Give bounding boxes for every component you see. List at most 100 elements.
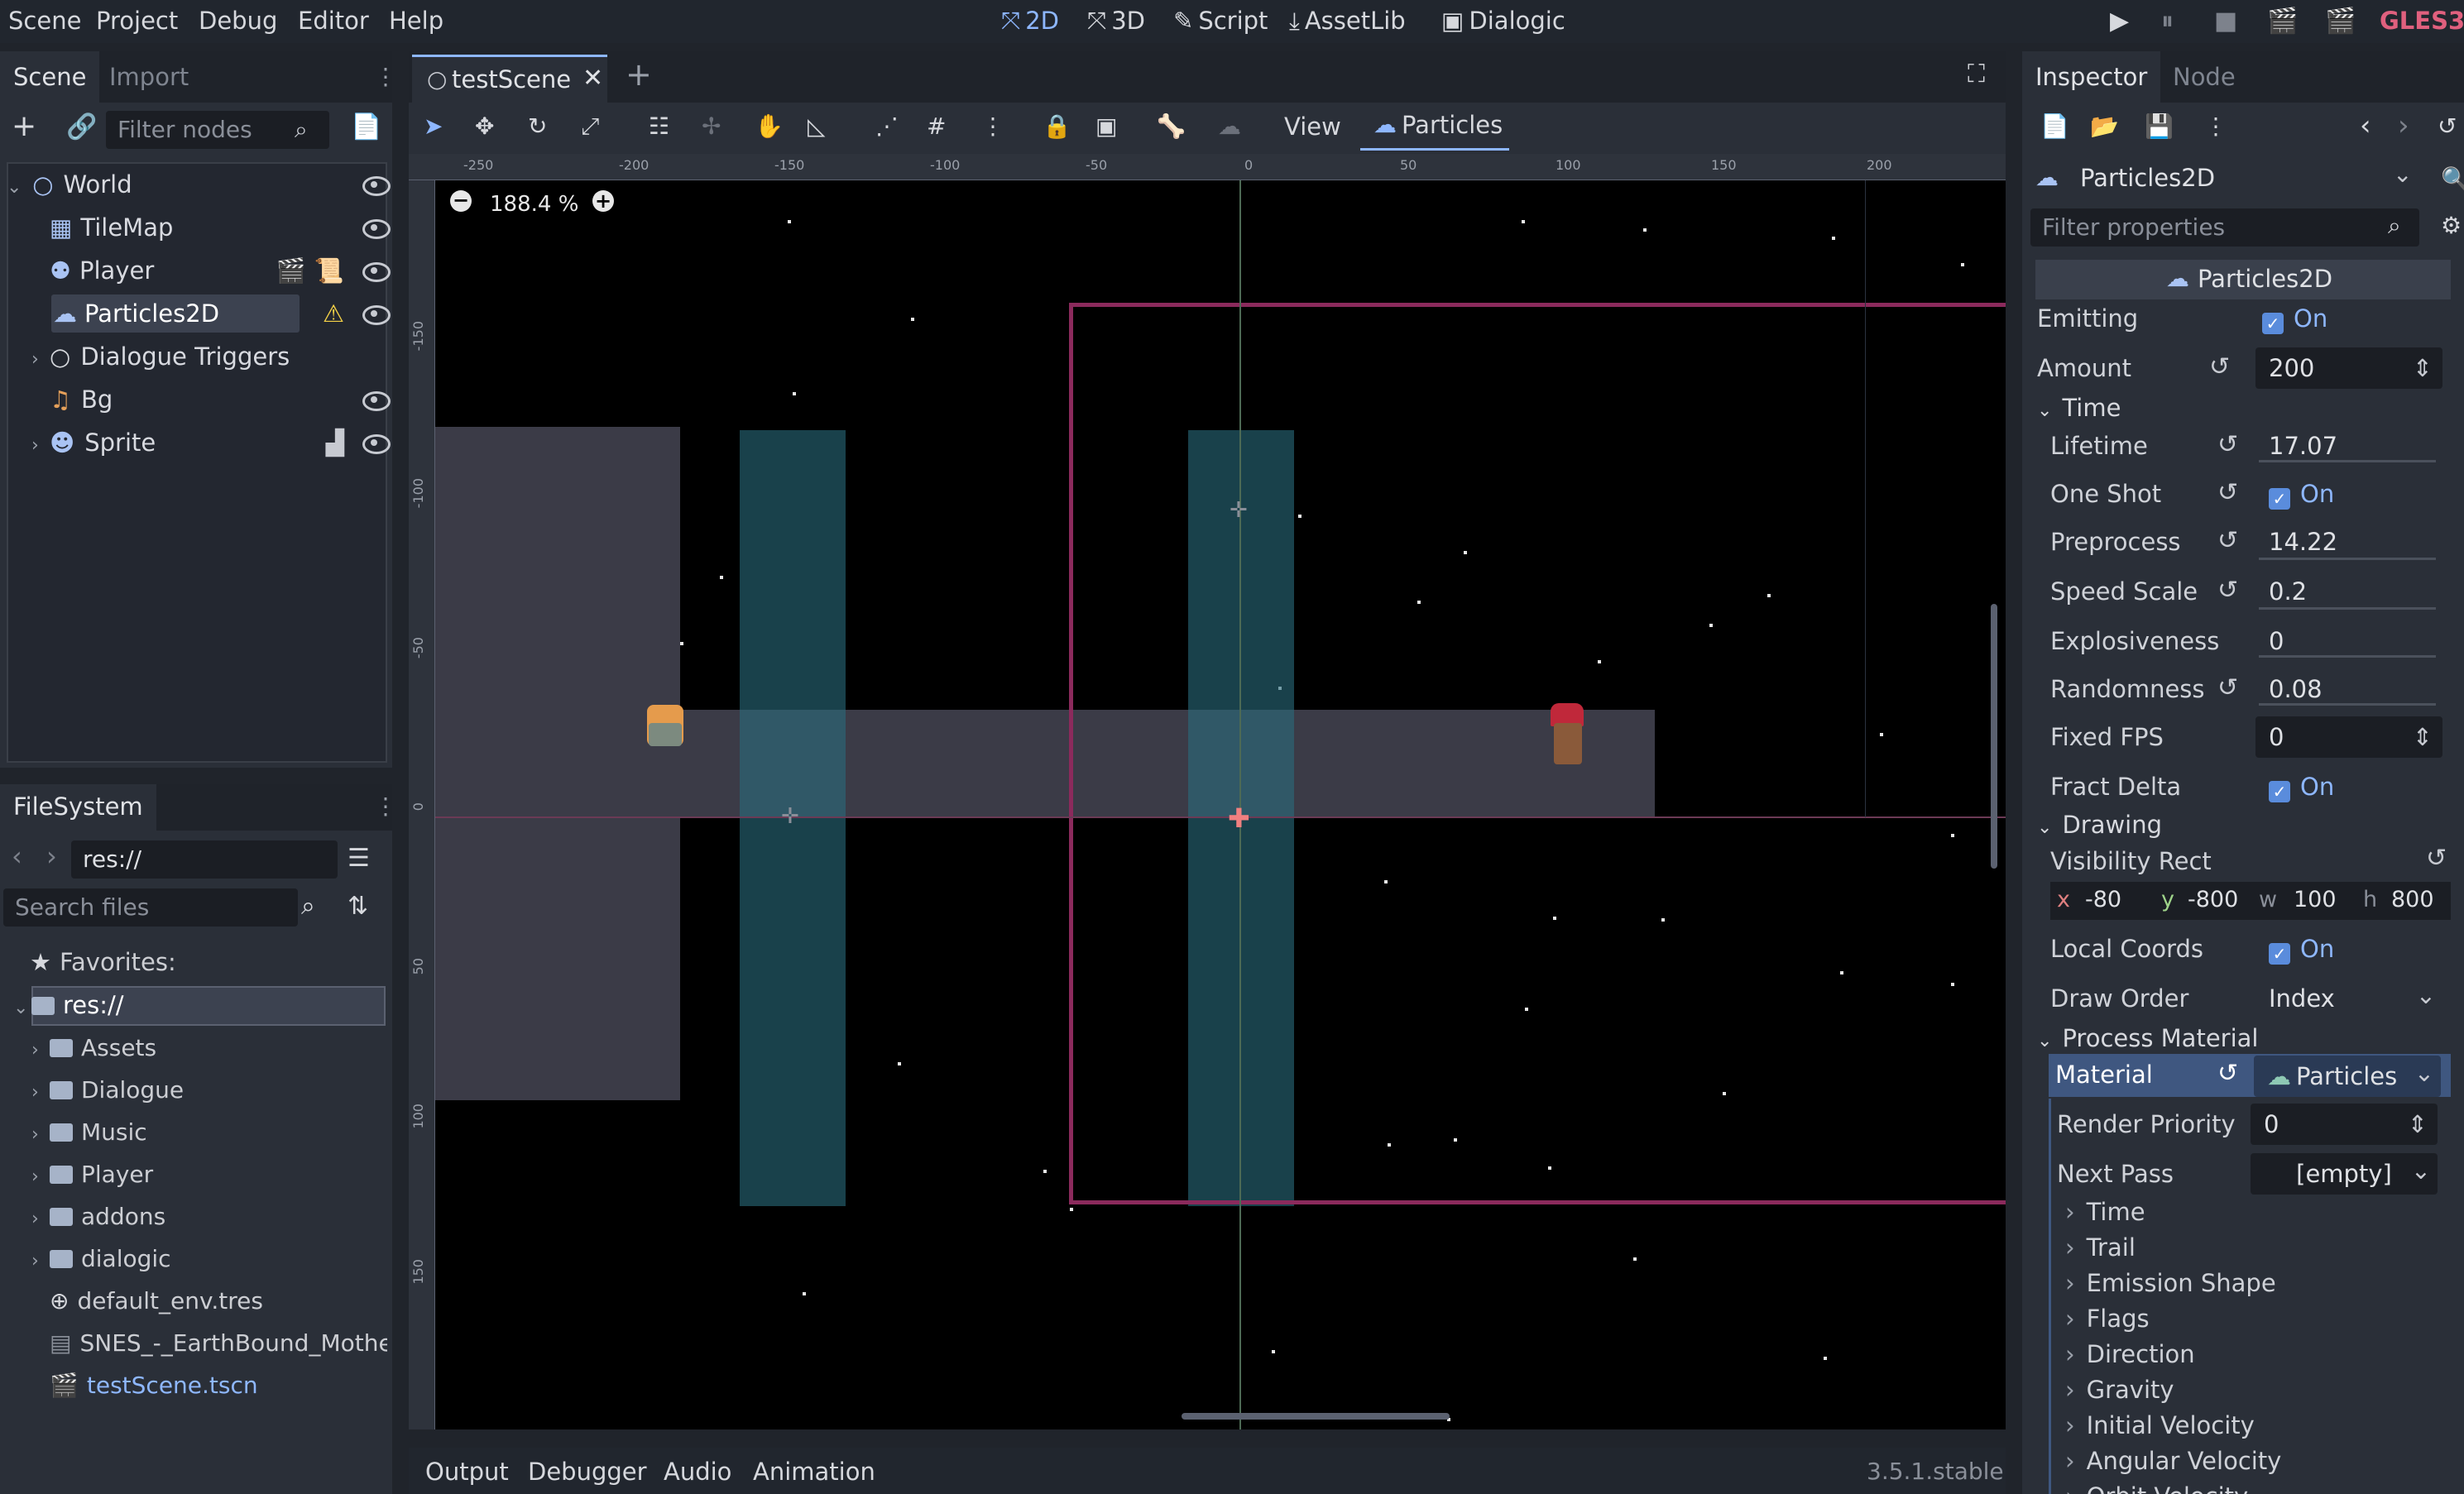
tree-item-dialogue-triggers[interactable]: › ○ Dialogue Triggers bbox=[7, 336, 387, 377]
subsection-trail[interactable]: › Trail bbox=[2065, 1233, 2136, 1262]
amount-spinbox[interactable]: 200 ⇕ bbox=[2255, 347, 2442, 389]
lock-icon[interactable]: 🔒 bbox=[1043, 113, 1071, 140]
root-folder[interactable]: ⌄ res:// bbox=[13, 991, 124, 1019]
section-time[interactable]: ⌄ Time bbox=[2037, 394, 2121, 422]
subsection-emission-shape[interactable]: › Emission Shape bbox=[2065, 1269, 2276, 1297]
visibility-eye-icon[interactable] bbox=[362, 218, 391, 239]
history-forward-icon[interactable]: › bbox=[2398, 109, 2409, 142]
menu-help[interactable]: Help bbox=[389, 7, 443, 35]
pause-icon[interactable]: ⏸ bbox=[2161, 7, 2174, 36]
script-attached-icon[interactable]: 📜 bbox=[314, 250, 344, 291]
group-selected-icon[interactable]: ▟ bbox=[326, 422, 344, 463]
scale-tool-icon[interactable]: ⤢ bbox=[581, 113, 599, 141]
list-select-icon[interactable]: ☷ bbox=[649, 113, 669, 140]
visibility-eye-icon[interactable] bbox=[362, 304, 391, 325]
tab-inspector[interactable]: Inspector bbox=[2022, 51, 2161, 103]
revert-icon[interactable]: ↺ bbox=[2217, 526, 2238, 555]
load-resource-icon[interactable]: 📂 bbox=[2090, 113, 2119, 140]
dock-menu-icon[interactable]: ⋮ bbox=[374, 63, 397, 90]
stop-icon[interactable]: ■ bbox=[2214, 7, 2237, 36]
tab-scene[interactable]: Scene bbox=[0, 51, 100, 103]
path-field[interactable]: res:// bbox=[71, 840, 338, 879]
render-priority-spinbox[interactable]: 0 ⇕ bbox=[2251, 1104, 2438, 1145]
folder-addons[interactable]: › addons bbox=[31, 1203, 165, 1230]
close-icon[interactable]: ✕ bbox=[582, 64, 603, 93]
sort-icon[interactable]: ⇅ bbox=[348, 892, 368, 921]
draw-order-dropdown[interactable]: Index ⌄ bbox=[2255, 978, 2442, 1019]
file-default-env[interactable]: ⊕ default_env.tres bbox=[50, 1287, 263, 1314]
visibility-eye-icon[interactable] bbox=[362, 261, 391, 282]
history-icon[interactable]: ↺ bbox=[2438, 113, 2457, 140]
position-marker-icon[interactable]: ✛ bbox=[1230, 498, 1248, 523]
workspace-3d[interactable]: ⤧ 3D bbox=[1087, 7, 1145, 36]
tab-audio[interactable]: Audio bbox=[664, 1458, 731, 1486]
open-scene-icon[interactable]: 🎬 bbox=[276, 250, 306, 291]
renderer-label[interactable]: GLES3 bbox=[2380, 7, 2464, 35]
bones-icon[interactable]: 🦴 bbox=[1157, 113, 1186, 140]
workspace-script[interactable]: ✎ Script bbox=[1173, 7, 1268, 35]
forward-icon[interactable]: › bbox=[46, 840, 57, 872]
tab-filesystem[interactable]: FileSystem bbox=[0, 784, 156, 831]
new-tab-icon[interactable]: + bbox=[626, 56, 652, 93]
pivot-tool-icon[interactable]: ✢ bbox=[702, 113, 721, 140]
play-custom-icon[interactable]: 🎬 bbox=[2325, 7, 2356, 36]
chevron-down-icon[interactable]: ⌄ bbox=[7, 167, 25, 208]
revert-icon[interactable]: ↺ bbox=[2217, 430, 2238, 459]
new-resource-icon[interactable]: 📄 bbox=[2040, 113, 2069, 140]
file-testscene[interactable]: 🎬 testScene.tscn bbox=[50, 1372, 258, 1399]
chevron-right-icon[interactable]: › bbox=[31, 339, 50, 381]
file-snes-image[interactable]: ▤ SNES_-_EarthBound_Mothe bbox=[50, 1329, 387, 1357]
pan-tool-icon[interactable]: ✋ bbox=[755, 113, 784, 140]
zoom-out-icon[interactable]: − bbox=[450, 190, 472, 212]
subsection-direction[interactable]: › Direction bbox=[2065, 1340, 2195, 1368]
preprocess-slider-track[interactable] bbox=[2259, 558, 2436, 560]
emitting-checkbox[interactable]: ✓ On bbox=[2249, 298, 2436, 339]
menu-editor[interactable]: Editor bbox=[298, 7, 369, 35]
speed-scale-slider[interactable]: 0.2 bbox=[2255, 571, 2442, 612]
chevron-right-icon[interactable]: › bbox=[31, 1082, 50, 1103]
move-tool-icon[interactable]: ✥ bbox=[475, 113, 494, 140]
resource-menu-icon[interactable]: ⋮ bbox=[2204, 113, 2227, 140]
rotate-tool-icon[interactable]: ↻ bbox=[528, 113, 547, 140]
object-selector[interactable]: ☁ Particles2D ⌄ bbox=[2030, 159, 2428, 200]
folder-dialogue[interactable]: › Dialogue bbox=[31, 1076, 184, 1104]
tab-output[interactable]: Output bbox=[425, 1458, 509, 1486]
smart-snap-icon[interactable]: ⋰ bbox=[875, 113, 899, 140]
workspace-dialogic[interactable]: ▣ Dialogic bbox=[1441, 7, 1565, 35]
preprocess-slider[interactable]: 14.22 bbox=[2255, 521, 2442, 563]
zoom-level[interactable]: 188.4 % bbox=[490, 192, 578, 217]
tab-debugger[interactable]: Debugger bbox=[528, 1458, 647, 1486]
revert-icon[interactable]: ↺ bbox=[2209, 352, 2230, 381]
menu-scene[interactable]: Scene bbox=[8, 7, 81, 35]
history-back-icon[interactable]: ‹ bbox=[2360, 109, 2371, 142]
explosiveness-slider-track[interactable] bbox=[2259, 655, 2436, 658]
back-icon[interactable]: ‹ bbox=[12, 840, 22, 872]
menu-debug[interactable]: Debug bbox=[199, 7, 277, 35]
section-process-material[interactable]: ⌄ Process Material bbox=[2037, 1024, 2258, 1052]
revert-icon[interactable]: ↺ bbox=[2426, 844, 2447, 873]
subsection-angular-velocity[interactable]: › Angular Velocity bbox=[2065, 1447, 2281, 1475]
vertical-scrollbar[interactable] bbox=[1991, 604, 1997, 869]
camera-override-icon[interactable]: ☁ bbox=[1218, 113, 1241, 140]
add-node-icon[interactable]: + bbox=[12, 109, 36, 143]
dock-menu-icon[interactable]: ⋮ bbox=[374, 792, 397, 820]
chevron-right-icon[interactable]: › bbox=[31, 1040, 50, 1061]
chevron-right-icon[interactable]: › bbox=[31, 1251, 50, 1271]
particles-origin-icon[interactable]: ✚ bbox=[1228, 802, 1250, 834]
folder-dialogic[interactable]: › dialogic bbox=[31, 1245, 171, 1272]
grid-snap-icon[interactable]: # bbox=[927, 113, 946, 140]
scene-tab-testscene[interactable]: ○ testScene ✕ bbox=[412, 55, 607, 103]
revert-icon[interactable]: ↺ bbox=[2217, 673, 2238, 702]
randomness-slider-track[interactable] bbox=[2259, 703, 2436, 706]
snap-options-icon[interactable]: ⋮ bbox=[981, 113, 1004, 140]
subsection-orbit-velocity[interactable]: ›Orbit Velocity bbox=[2065, 1482, 2248, 1494]
warning-icon[interactable]: ⚠ bbox=[323, 293, 344, 334]
canvas-viewport[interactable]: ✛ ✛ ✚ − 188.4 % + bbox=[435, 180, 2006, 1429]
visibility-eye-icon[interactable] bbox=[362, 175, 391, 196]
revert-icon[interactable]: ↺ bbox=[2217, 576, 2238, 605]
particles-menu[interactable]: ☁ Particles bbox=[1360, 106, 1509, 151]
chevron-right-icon[interactable]: › bbox=[31, 1166, 50, 1187]
visibility-eye-icon[interactable] bbox=[362, 433, 391, 454]
folder-player[interactable]: › Player bbox=[31, 1161, 153, 1188]
tree-item-particles2d[interactable]: ☁ Particles2D ⚠ bbox=[7, 293, 391, 334]
